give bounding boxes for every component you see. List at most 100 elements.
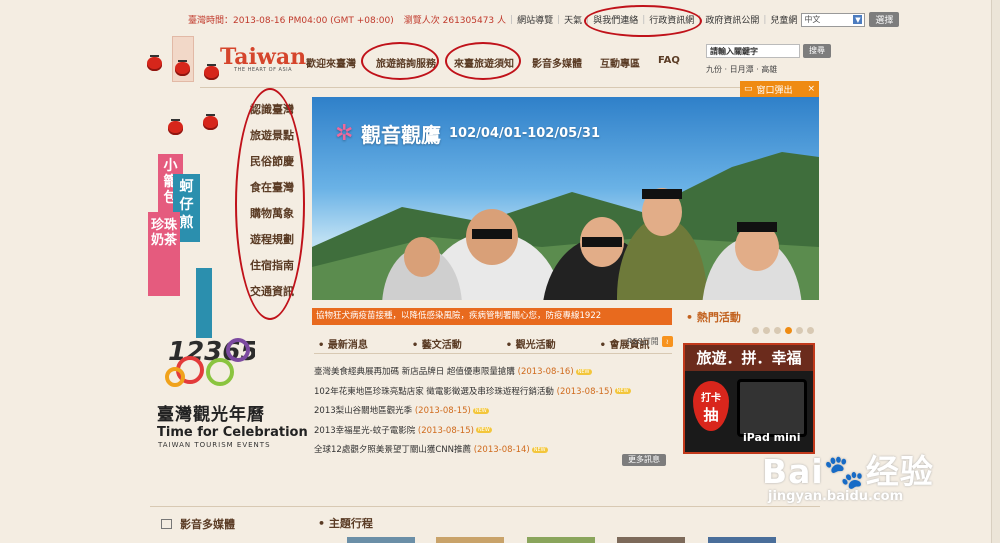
watermark-brand: Bai🐾经验 [762, 452, 934, 491]
news-date: (2013-08-15) [556, 386, 613, 397]
tab-arts-label: 藝文活動 [421, 340, 462, 351]
language-value: 中文 [804, 15, 821, 24]
search-button[interactable]: 搜尋 [803, 44, 831, 58]
banner-title-text: 觀音觀鷹 [361, 123, 441, 147]
new-badge: NEW [575, 368, 592, 375]
carousel-dot[interactable] [752, 327, 759, 334]
news-date: (2013-08-14) [473, 445, 530, 455]
news-title: 2013幸福星光-蚊子電影院 [314, 425, 416, 436]
language-select[interactable]: 中文 ▼ [801, 12, 866, 27]
news-title: 全球12處觀夕照美景望丁關山獲CNN推薦 [314, 445, 471, 455]
news-date: (2013-08-15) [414, 406, 471, 416]
highlight-oval-services [361, 42, 439, 80]
highlight-oval-notice [445, 42, 521, 80]
lantern-icon [168, 119, 183, 135]
multimedia-section-title: 影音多媒體 [161, 516, 235, 532]
popup-label: 窗口彈出 [756, 85, 793, 96]
banner-title: ✲ 觀音觀鷹 102/04/01-102/05/31 [335, 119, 600, 148]
carousel-dot[interactable] [763, 327, 770, 334]
news-date: (2013-08-15) [417, 425, 474, 436]
new-badge: NEW [472, 407, 489, 414]
rss-label: RSS訂閱 [627, 337, 659, 346]
search-input[interactable]: 請輸入關鍵字 [706, 44, 800, 58]
highlight-oval-left-menu [235, 88, 305, 320]
visitor-counter: 瀏覽人次 261305473 人 [403, 16, 507, 26]
lantern-icon [147, 55, 162, 71]
tab-tourism-label: 觀光活動 [515, 340, 556, 351]
map-pin-icon: 打卡 抽 [693, 381, 729, 431]
theme-tours-title: • 主題行程 [318, 517, 373, 530]
link-weather[interactable]: 天氣 [564, 13, 582, 26]
celebration-logo[interactable]: 123654 [160, 322, 277, 392]
hot-events-title: • 熱門活動 [686, 311, 741, 324]
baidu-watermark: Bai🐾经验 jingyan.baidu.com [762, 445, 934, 504]
new-badge: NEW [531, 446, 548, 453]
rss-icon: ≀ [661, 336, 673, 347]
logo-tagline: THE HEART OF ASIA [234, 67, 293, 73]
announcement-bar[interactable]: 協物狂犬病疫苗接種，以降低感染風險，疾病管制署關心您，防疫專線1922 [312, 308, 672, 325]
link-gov-info[interactable]: 政府資訊公開 [705, 13, 759, 26]
hotword-sun-moon-lake[interactable]: 日月潭 [730, 65, 754, 74]
divider [150, 506, 820, 507]
lantern-icon [175, 60, 190, 76]
news-title: 2013梨山谷關地區觀光季 [314, 406, 413, 416]
highlight-oval-admin-links [584, 5, 702, 37]
news-item[interactable]: 2013梨山谷關地區觀光季 (2013-08-15) NEW [314, 404, 631, 424]
top-utility-bar: 臺灣時間：2013-08-16 PM04:00 (GMT +08:00) 瀏覽人… [188, 12, 900, 27]
rss-subscribe[interactable]: RSS訂閱 ≀ [627, 336, 673, 347]
carousel-dot-active[interactable] [785, 327, 792, 334]
nav-welcome[interactable]: 歡迎來臺灣 [306, 55, 356, 70]
carousel-dot[interactable] [774, 327, 781, 334]
hot-keywords: 九份 · 日月潭 · 高雄 [706, 65, 778, 74]
ad-headline: 旅遊．拼．幸福 [685, 345, 813, 371]
nav-interactive[interactable]: 互動專區 [600, 55, 640, 70]
sign-bubble-tea: 珍珠奶茶 [148, 212, 180, 296]
tab-latest-news[interactable]: • 最新消息 [318, 336, 390, 351]
popup-window-button[interactable]: ▭ 窗口彈出 × [740, 81, 819, 97]
link-kids[interactable]: 兒童網 [770, 13, 797, 26]
hotword-kaohsiung[interactable]: 高雄 [761, 65, 777, 74]
celebration-title: 臺灣觀光年曆 [157, 405, 265, 425]
news-item[interactable]: 臺灣美食經典展再加碼 新店品牌日 超值優惠限量搶購 (2013-08-16) NE… [314, 365, 631, 385]
news-item[interactable]: 2013幸福星光-蚊子電影院 (2013-08-15) NEW [314, 424, 631, 444]
vertical-scrollbar[interactable] [991, 0, 1000, 543]
news-item[interactable]: 102年花東地區珍珠亮點店家 徵電影徵選及串珍珠遊程行銷活動 (2013-08-… [314, 385, 631, 405]
link-sitemap[interactable]: 網站導覽 [517, 13, 553, 26]
news-title: 臺灣美食經典展再加碼 新店品牌日 超值優惠限量搶購 [314, 367, 515, 377]
tab-arts[interactable]: • 藝文活動 [412, 336, 484, 351]
chevron-down-icon: ▼ [853, 15, 863, 24]
theme-thumbnail[interactable] [347, 537, 415, 543]
multimedia-title-text: 影音多媒體 [180, 518, 235, 531]
hot-events-title-text: 熱門活動 [696, 311, 741, 324]
news-item[interactable]: 全球12處觀夕照美景望丁關山獲CNN推薦 (2013-08-14) NEW [314, 443, 631, 463]
hotword-jiufen[interactable]: 九份 [706, 65, 722, 74]
news-title: 102年花東地區珍珠亮點店家 徵電影徵選及串珍珠遊程行銷活動 [314, 386, 554, 397]
theme-thumbnail[interactable] [708, 537, 776, 543]
carousel-dots [752, 327, 818, 334]
hot-event-ad[interactable]: 旅遊．拼．幸福 打卡 抽 iPad mini [683, 343, 815, 454]
new-badge: NEW [475, 427, 492, 433]
theme-thumbnail[interactable] [527, 537, 595, 543]
carousel-dot[interactable] [807, 327, 814, 334]
carousel-dot[interactable] [796, 327, 803, 334]
theme-thumbnail[interactable] [436, 537, 504, 543]
monitor-icon: ▭ [744, 84, 753, 94]
close-icon[interactable]: × [807, 84, 815, 94]
ipad-image [737, 379, 807, 437]
ad-checkin: 打卡 [701, 393, 721, 404]
nav-multimedia[interactable]: 影音多媒體 [532, 55, 582, 70]
news-date: (2013-08-16) [517, 367, 574, 377]
ad-draw: 抽 [703, 406, 719, 424]
banner-dates: 102/04/01-102/05/31 [449, 126, 601, 141]
theme-tours-title-text: 主題行程 [328, 517, 373, 530]
lantern-icon [203, 114, 218, 130]
divider [200, 87, 740, 88]
taiwan-time: 臺灣時間：2013-08-16 PM04:00 (GMT +08:00) [188, 16, 394, 26]
tab-tourism[interactable]: • 觀光活動 [506, 336, 578, 351]
more-news-button[interactable]: 更多訊息 [622, 454, 666, 466]
theme-thumbnail[interactable] [617, 537, 685, 543]
camera-icon [161, 519, 172, 529]
nav-faq[interactable]: FAQ [658, 55, 680, 70]
news-list: 臺灣美食經典展再加碼 新店品牌日 超值優惠限量搶購 (2013-08-16) NE… [314, 365, 631, 463]
language-submit-button[interactable]: 選擇 [869, 12, 900, 27]
